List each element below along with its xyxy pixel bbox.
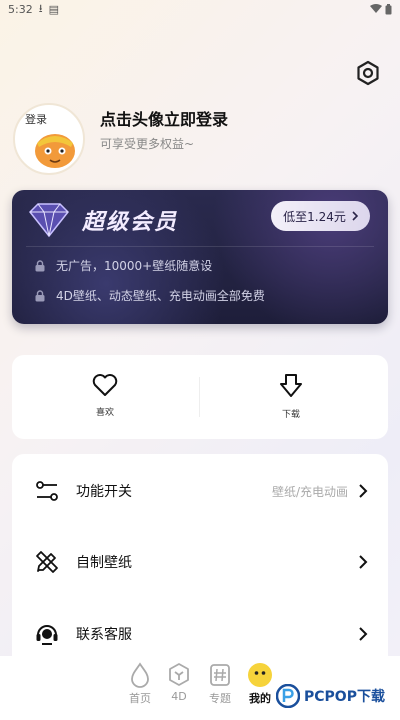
- login-title[interactable]: 点击头像立即登录: [100, 106, 228, 130]
- vip-card[interactable]: 超级会员 低至1.24元 无广告，10000+壁纸随意设 4D壁纸、动态壁纸、充…: [12, 190, 388, 324]
- pencil-ruler-icon: [36, 551, 58, 573]
- menu-item-value: 壁纸/充电动画: [271, 484, 348, 499]
- tab-home[interactable]: 首页: [120, 662, 160, 706]
- download-button[interactable]: 下载: [261, 373, 321, 420]
- chevron-right-icon: [352, 211, 358, 221]
- tab-topics[interactable]: 专题: [200, 662, 240, 706]
- watermark-text: PCPOP下载: [304, 689, 385, 705]
- smiley-icon: [248, 663, 272, 687]
- chevron-right-icon: [359, 627, 368, 641]
- droplet-icon: [131, 662, 149, 688]
- tab-label: 专题: [209, 692, 231, 705]
- menu-item-label: 功能开关: [76, 484, 132, 500]
- sd-card-icon: ▤: [48, 2, 59, 16]
- tab-label: 首页: [129, 692, 151, 705]
- tab-mine[interactable]: 我的: [240, 662, 280, 706]
- menu-item-feature-switch[interactable]: 功能开关 壁纸/充电动画: [12, 466, 388, 516]
- like-label: 喜欢: [95, 408, 114, 418]
- vip-feature-text: 4D壁纸、动态壁纸、充电动画全部免费: [56, 289, 265, 303]
- download-icon: [280, 374, 302, 397]
- status-bar: 5:32 ⭳ ▤: [0, 0, 400, 18]
- menu-item-custom-wallpaper[interactable]: 自制壁纸: [12, 537, 388, 587]
- quick-actions-card: 喜欢 下载: [12, 355, 388, 439]
- toggle-settings-icon: [36, 481, 58, 501]
- vip-diamond-icon: [28, 203, 70, 238]
- vip-price-label: 低至1.24元: [283, 209, 346, 224]
- vip-price-button[interactable]: 低至1.24元: [271, 201, 370, 231]
- lock-icon: [35, 259, 45, 271]
- wifi-icon: [370, 4, 382, 13]
- pcpop-logo-icon: [276, 684, 300, 708]
- battery-icon: [385, 3, 392, 14]
- vip-feature-row: 无广告，10000+壁纸随意设: [34, 257, 212, 274]
- tab-label: 4D: [171, 690, 187, 703]
- chevron-right-icon: [359, 555, 368, 569]
- hash-icon: [210, 664, 230, 686]
- tab-4d[interactable]: 4D: [159, 662, 199, 703]
- vip-divider: [26, 246, 374, 247]
- like-button[interactable]: 喜欢: [75, 373, 135, 418]
- vip-feature-text: 无广告，10000+壁纸随意设: [56, 259, 213, 273]
- avatar[interactable]: 登录: [13, 103, 85, 175]
- menu-item-label: 自制壁纸: [76, 555, 132, 571]
- chevron-right-icon: [359, 484, 368, 498]
- tab-label: 我的: [249, 692, 271, 705]
- lock-icon: [35, 289, 45, 301]
- headset-icon: [36, 625, 58, 645]
- status-time: 5:32: [8, 2, 33, 16]
- cube-icon: [169, 663, 189, 686]
- quick-divider: [199, 377, 200, 417]
- menu-item-contact-service[interactable]: 联系客服: [12, 609, 388, 659]
- download-status-icon: ⭳: [38, 1, 43, 15]
- download-label: 下载: [281, 410, 300, 420]
- heart-icon: [92, 374, 118, 396]
- menu-card: 功能开关 壁纸/充电动画 自制壁纸 联系客服: [12, 454, 388, 684]
- gear-icon[interactable]: [355, 60, 381, 86]
- watermark: PCPOP下载: [276, 684, 385, 708]
- vip-title: 超级会员: [82, 210, 179, 235]
- avatar-mascot: [35, 134, 75, 168]
- menu-item-label: 联系客服: [76, 627, 132, 643]
- login-subtitle: 可享受更多权益~: [100, 137, 195, 151]
- vip-feature-row: 4D壁纸、动态壁纸、充电动画全部免费: [34, 287, 265, 304]
